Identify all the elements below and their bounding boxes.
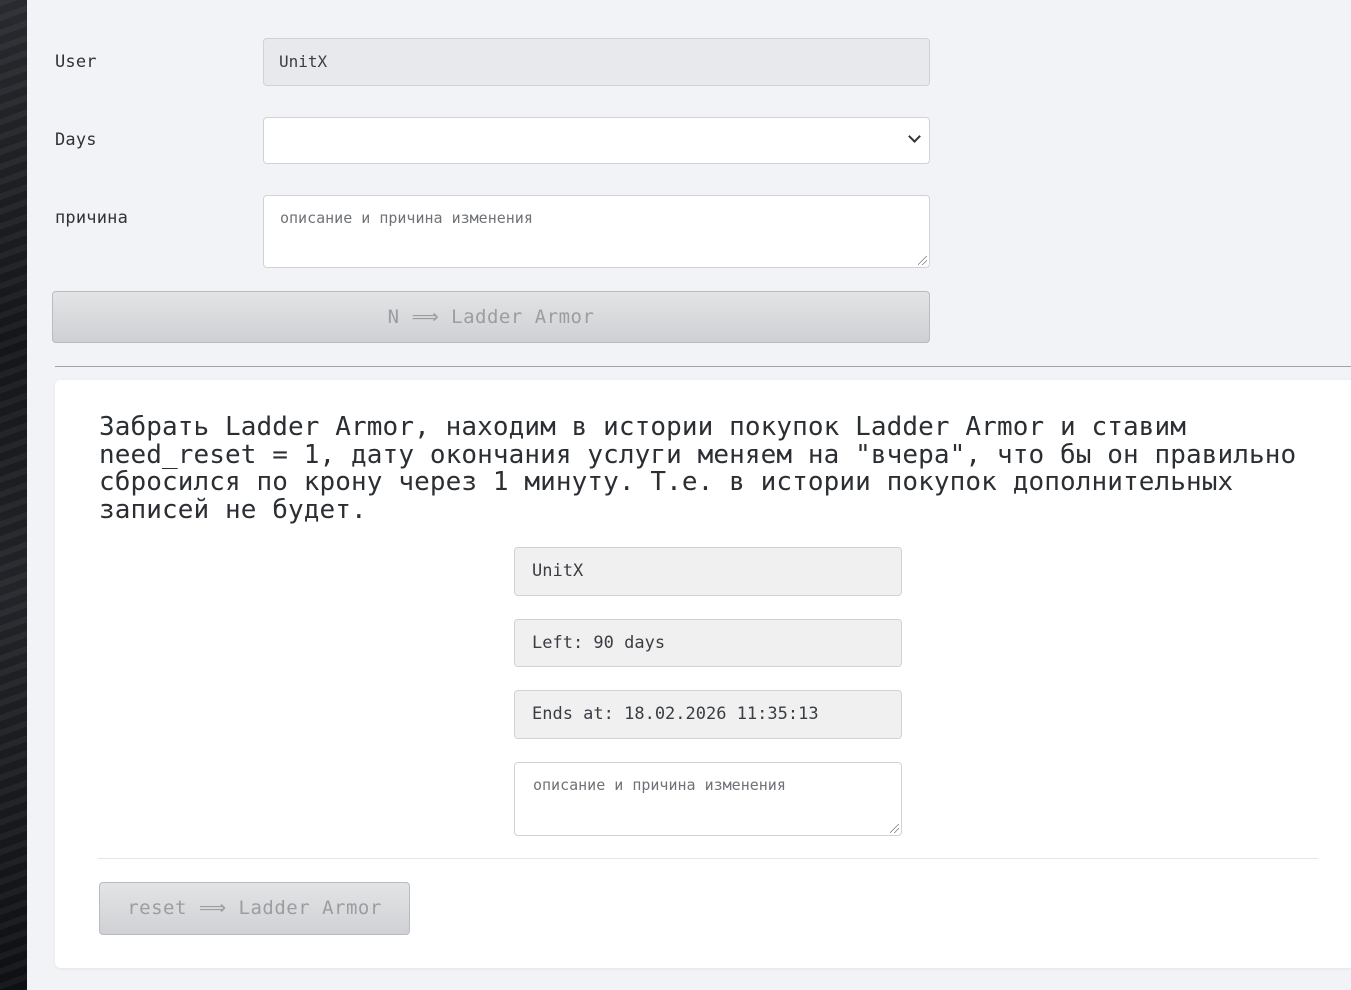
grant-ladder-armor-button[interactable]: N ⟹ Ladder Armor: [52, 291, 930, 343]
user-field[interactable]: UnitX: [263, 38, 930, 86]
resize-handle-icon[interactable]: [890, 824, 899, 833]
reason-label: причина: [55, 208, 129, 228]
reset-user-field[interactable]: UnitX: [514, 547, 902, 596]
user-field-value: UnitX: [279, 52, 328, 71]
reset-card: Забрать Ladder Armor, находим в истории …: [55, 380, 1351, 968]
days-select[interactable]: [263, 117, 930, 164]
section-divider: [55, 366, 1351, 367]
reset-ladder-armor-button[interactable]: reset ⟹ Ladder Armor: [99, 882, 410, 935]
main-content: User UnitX Days причина описание и причи…: [27, 0, 1351, 990]
days-label: Days: [55, 130, 97, 150]
reason-placeholder: описание и причина изменения: [280, 209, 533, 227]
background-image-strip: [0, 0, 27, 990]
reason-textarea[interactable]: описание и причина изменения: [263, 195, 930, 268]
ends-at-field[interactable]: Ends at: 18.02.2026 11:35:13: [514, 690, 902, 739]
resize-handle-icon[interactable]: [918, 256, 927, 265]
user-label: User: [55, 52, 97, 72]
ends-at-value: Ends at: 18.02.2026 11:35:13: [532, 704, 819, 724]
chevron-down-icon: [908, 130, 921, 143]
days-left-field[interactable]: Left: 90 days: [514, 619, 902, 667]
reset-reason-textarea[interactable]: описание и причина изменения: [514, 762, 902, 836]
days-left-value: Left: 90 days: [532, 633, 666, 653]
reset-description: Забрать Ladder Armor, находим в истории …: [99, 412, 1297, 525]
reset-reason-placeholder: описание и причина изменения: [533, 776, 786, 794]
card-divider: [98, 858, 1318, 859]
reset-user-value: UnitX: [532, 561, 584, 581]
